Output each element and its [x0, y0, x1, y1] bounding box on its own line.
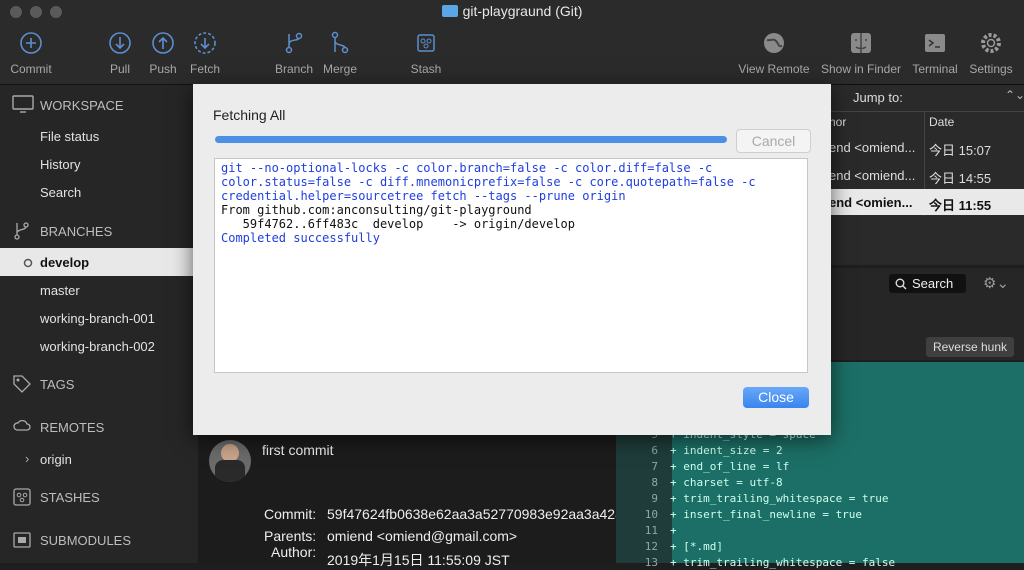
log-line: git --no-optional-locks -c color.branch=…	[221, 161, 713, 175]
show-in-finder-button[interactable]: Show in Finder	[818, 30, 904, 76]
stash-icon	[13, 488, 31, 506]
commit-hash: 59f47624fb0638e62aa3a52770983e92aa3a428	[327, 506, 616, 522]
sidebar-item-search[interactable]: Search	[40, 185, 81, 200]
history-row-author[interactable]: end <omiend...	[829, 140, 915, 155]
commit-message: first commit	[262, 442, 334, 458]
stash-icon	[417, 34, 435, 52]
branch-icon	[285, 32, 303, 54]
pull-button[interactable]: Pull	[100, 30, 140, 76]
history-row-date: 今日 11:55	[929, 198, 992, 213]
history-row-date[interactable]: 今日 15:07	[929, 140, 991, 159]
commit-label: Commit:	[264, 506, 317, 522]
line-number: 11	[644, 524, 658, 537]
close-button[interactable]: Close	[743, 387, 809, 408]
diff-line: + charset = utf-8	[670, 476, 783, 489]
gear-icon	[981, 33, 1001, 53]
log-line: credential.helper=sourcetree fetch --tag…	[221, 189, 626, 203]
sidebar-item-origin[interactable]: origin	[40, 452, 72, 467]
diff-line: + [*.md]	[670, 540, 723, 553]
line-number: 9	[651, 492, 658, 505]
merge-icon	[331, 31, 349, 54]
log-line: Completed successfully	[221, 231, 380, 245]
line-number: 6	[651, 444, 658, 457]
gear-icon[interactable]: ⚙︎⌄	[983, 274, 1009, 292]
date-value: 2019年1月15日 11:55:09 JST	[327, 552, 510, 568]
fetch-button[interactable]: Fetch	[185, 30, 225, 76]
progress-bar	[215, 136, 727, 143]
commit-icon	[20, 32, 42, 54]
current-branch-icon	[23, 258, 33, 268]
log-line: color.status=false -c diff.mnemonicprefi…	[221, 175, 756, 189]
dialog-title: Fetching All	[213, 107, 286, 123]
sidebar-item-history[interactable]: History	[40, 157, 80, 172]
branch-icon	[14, 222, 29, 240]
jump-to-label[interactable]: Jump to:	[853, 90, 903, 105]
search-label: Search	[912, 276, 954, 291]
stash-button[interactable]: Stash	[406, 30, 446, 76]
fetch-dialog: Fetching All Cancel git --no-optional-lo…	[193, 84, 831, 435]
terminal-icon	[925, 34, 945, 52]
line-number: 8	[651, 476, 658, 489]
fetch-icon	[194, 32, 216, 54]
search-icon	[895, 278, 907, 290]
diff-line: +	[670, 524, 677, 537]
reverse-hunk-button[interactable]: Reverse hunk	[926, 337, 1014, 357]
pull-icon	[109, 32, 131, 54]
push-button[interactable]: Push	[143, 30, 183, 76]
sidebar-item-working-branch-001[interactable]: working-branch-001	[40, 311, 155, 326]
log-line: From github.com:anconsulting/git-playgro…	[221, 203, 532, 217]
column-header-date[interactable]: Date	[929, 115, 954, 129]
merge-button[interactable]: Merge	[320, 30, 360, 76]
cancel-button[interactable]: Cancel	[736, 129, 811, 153]
diff-line: + end_of_line = lf	[670, 460, 790, 473]
monitor-icon	[12, 95, 34, 113]
diff-line: + indent_size = 2	[670, 444, 783, 457]
diff-line: + insert_final_newline = true	[670, 508, 863, 521]
history-row-date[interactable]: 今日 14:55	[929, 168, 991, 187]
line-number: 10	[644, 508, 658, 521]
globe-icon	[764, 33, 784, 53]
terminal-button[interactable]: Terminal	[910, 30, 960, 76]
push-icon	[152, 32, 174, 54]
history-row-author: end <omien...	[829, 195, 913, 210]
chevron-right-icon[interactable]: ›	[25, 451, 29, 466]
parents-label: Parents:	[264, 528, 317, 544]
log-line: 59f4762..6ff483c develop -> origin/devel…	[221, 217, 576, 231]
cloud-icon	[13, 419, 31, 431]
tag-icon	[13, 375, 31, 393]
chevron-updown-icon[interactable]: ⌃⌄	[1005, 88, 1024, 102]
sidebar-item-working-branch-002[interactable]: working-branch-002	[40, 339, 155, 354]
window-title: git-playgraund (Git)	[0, 3, 1024, 19]
history-row-author[interactable]: end <omiend...	[829, 168, 915, 183]
sidebar-item-master[interactable]: master	[40, 283, 80, 298]
view-remote-button[interactable]: View Remote	[736, 30, 812, 76]
finder-icon	[851, 33, 871, 53]
author-label: Author:	[271, 544, 317, 560]
diff-line: + trim_trailing_whitespace = true	[670, 492, 889, 505]
line-number: 7	[651, 460, 658, 473]
sidebar-item-file-status[interactable]: File status	[40, 129, 99, 144]
line-number: 12	[644, 540, 658, 553]
avatar	[209, 440, 251, 482]
parents-value: omiend <omiend@gmail.com>	[327, 528, 518, 544]
commit-button[interactable]: Commit	[6, 30, 56, 76]
submodule-icon	[13, 532, 31, 548]
settings-button[interactable]: Settings	[966, 30, 1016, 76]
sidebar-item-label: develop	[40, 255, 90, 270]
output-log: git --no-optional-locks -c color.branch=…	[214, 158, 808, 373]
branch-button[interactable]: Branch	[272, 30, 316, 76]
column-header-author[interactable]: hor	[829, 115, 846, 129]
folder-icon	[441, 5, 458, 17]
